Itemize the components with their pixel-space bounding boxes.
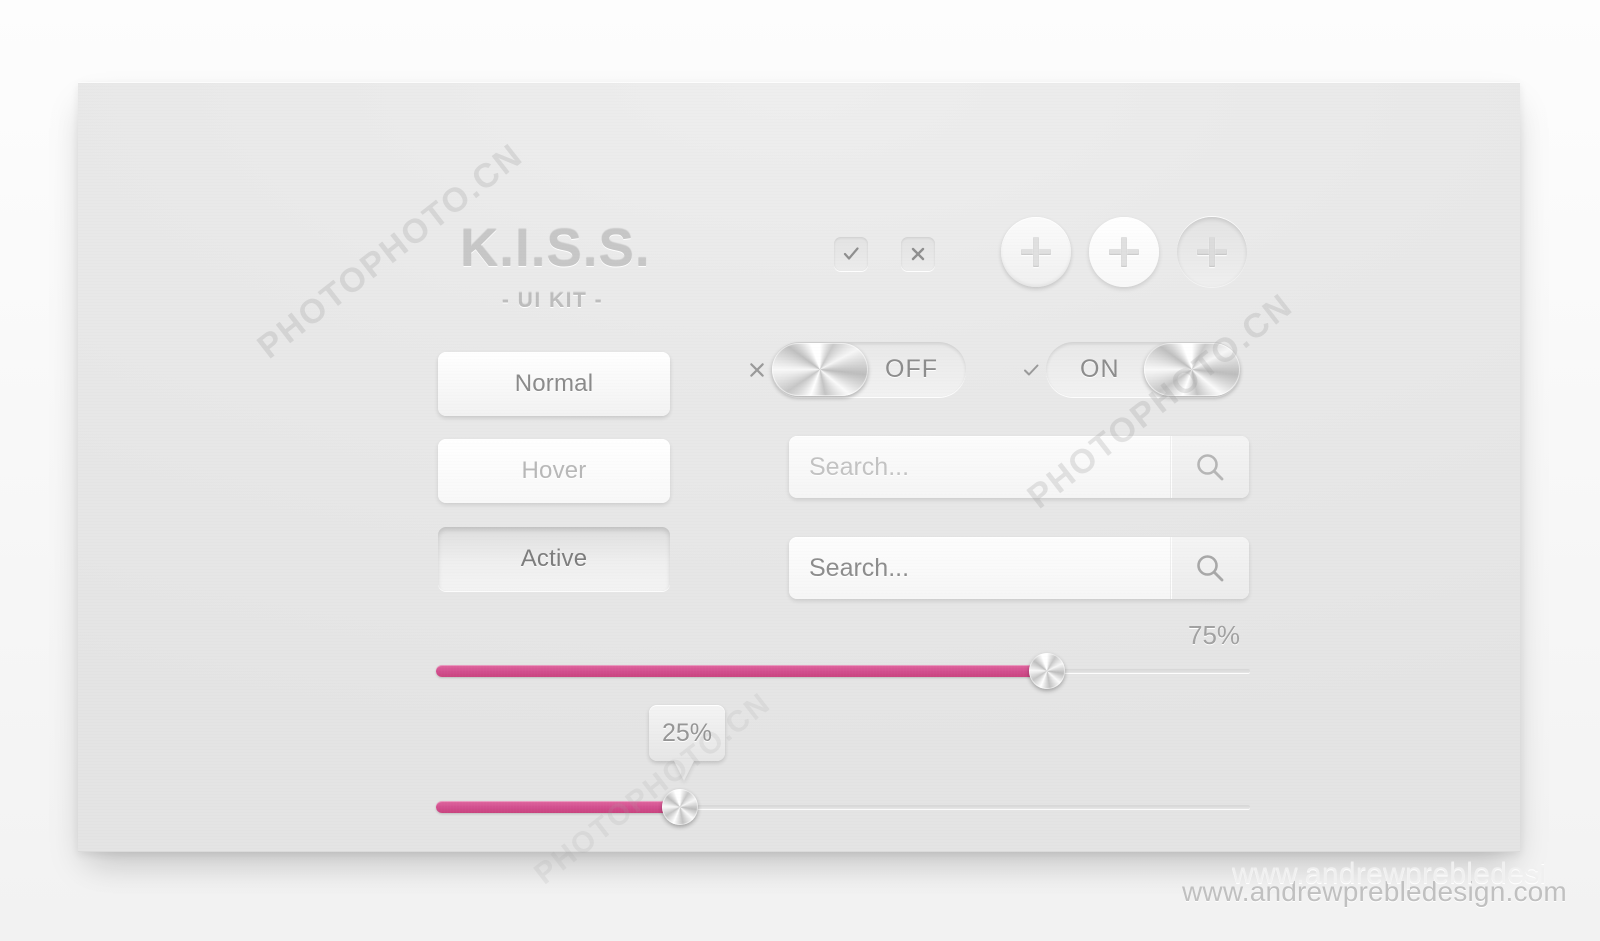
button-normal[interactable]: Normal [438,352,670,416]
page-subtitle: - UI KIT - [501,289,604,312]
toggle-knob[interactable] [1144,343,1240,396]
toggle-label: OFF [885,355,938,383]
button-hover[interactable]: Hover [438,439,670,503]
button-label: Hover [521,457,587,484]
search-input[interactable] [789,537,1171,599]
plus-icon [1197,237,1227,267]
search-bar-default[interactable] [789,436,1249,498]
slider-knob[interactable] [1028,653,1065,689]
toggle-knob[interactable] [772,343,868,396]
add-button-hover[interactable] [1089,217,1159,287]
toggle-on-row: ON [1016,342,1240,397]
brand-block: K.I.S.S. - UI KIT - [460,219,651,313]
page-title: K.I.S.S. [460,219,651,278]
toggle-label: ON [1080,355,1120,383]
close-icon [742,361,772,379]
slider-75[interactable] [436,653,1250,689]
search-bar-focused[interactable] [789,537,1249,599]
checkbox-crossed[interactable] [901,237,935,271]
page-watermark: www.andrewprebledesi [1232,857,1547,890]
toggle-switch-off[interactable]: OFF [772,342,966,397]
slider-knob[interactable] [662,789,699,825]
search-icon [1193,551,1227,585]
search-button[interactable] [1171,537,1249,599]
checkbox-checked[interactable] [834,237,868,271]
slider-25[interactable] [436,789,1250,825]
slider-value-label-75: 75% [1188,620,1241,650]
toggle-off-row: OFF [742,342,966,397]
add-button-normal[interactable] [1001,217,1071,287]
search-input[interactable] [789,436,1171,498]
page-background: K.I.S.S. - UI KIT - Normal Hover Active … [0,0,1600,941]
button-label: Active [520,545,588,572]
ui-kit-card: K.I.S.S. - UI KIT - Normal Hover Active … [78,82,1567,907]
check-icon [1016,361,1046,379]
add-button-active[interactable] [1177,217,1247,287]
close-icon [910,246,926,262]
button-active[interactable]: Active [438,527,670,591]
slider-fill [436,801,681,813]
check-icon [842,245,860,263]
search-button[interactable] [1171,436,1249,498]
slider-tooltip-25: 25% [649,705,725,761]
plus-icon [1109,237,1139,267]
plus-icon [1021,237,1051,267]
search-icon [1193,450,1227,484]
button-label: Normal [514,370,594,397]
slider-fill [436,665,1047,677]
toggle-switch-on[interactable]: ON [1046,342,1240,397]
slider-tooltip-label: 25% [661,718,713,747]
